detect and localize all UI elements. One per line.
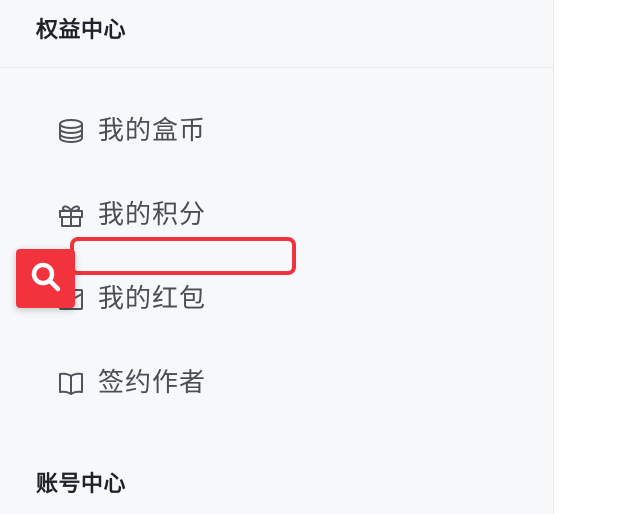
search-button[interactable] (16, 249, 75, 308)
gift-icon (56, 200, 86, 230)
menu-item-my-red-packet[interactable]: 我的红包 (56, 279, 206, 319)
menu-item-my-points[interactable]: 我的积分 (56, 195, 206, 235)
page: 权益中心 我的盒币 我的积分 我的红包 签约作者 账号中心 (0, 0, 642, 514)
menu-item-label: 签约作者 (98, 368, 207, 398)
search-highlight-box[interactable] (70, 237, 296, 275)
menu-item-label: 我的盒币 (98, 116, 207, 146)
menu-item-my-coins[interactable]: 我的盒币 (56, 111, 206, 151)
coin-stack-icon (56, 116, 86, 146)
search-icon (29, 260, 63, 298)
section-divider (0, 67, 554, 68)
open-book-icon (56, 368, 86, 398)
section-title-rights-center: 权益中心 (36, 18, 127, 43)
section-title-account-center: 账号中心 (36, 472, 127, 497)
menu-item-label: 我的红包 (98, 284, 207, 314)
menu-item-signed-author[interactable]: 签约作者 (56, 363, 206, 403)
menu-item-label: 我的积分 (98, 200, 207, 230)
